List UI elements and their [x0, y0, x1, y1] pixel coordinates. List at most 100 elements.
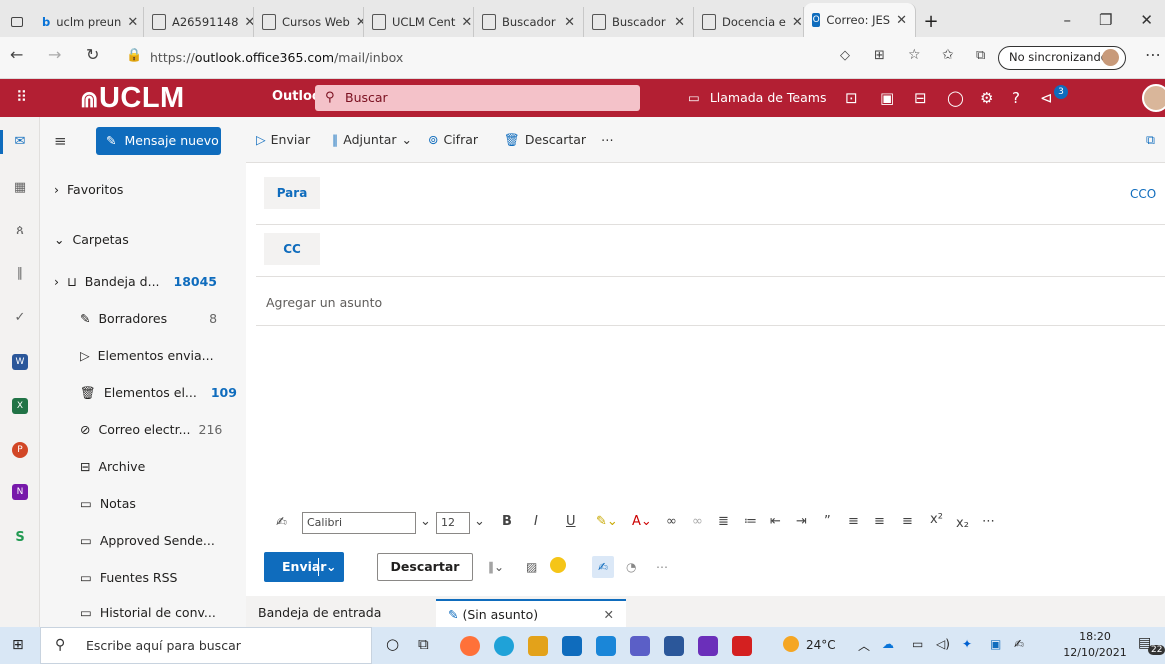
dropbox-icon[interactable]: ✦	[962, 637, 972, 651]
chevron-down-icon[interactable]: ⌄	[420, 514, 431, 529]
teams-icon[interactable]	[630, 636, 650, 656]
font-size-select[interactable]: 12	[436, 512, 470, 534]
send-button[interactable]: Enviar ⌄	[264, 552, 344, 582]
cortana-icon[interactable]: ○	[386, 635, 399, 653]
onenote-app-icon[interactable]: N	[12, 484, 28, 500]
megaphone-icon[interactable]: ⊲	[1040, 89, 1053, 107]
align-center-icon[interactable]: ≡	[874, 514, 885, 529]
volume-icon[interactable]: ◁)	[936, 637, 950, 651]
quote-icon[interactable]: ”	[824, 514, 831, 529]
collections-icon[interactable]: ⧉	[976, 48, 985, 63]
editor-icon[interactable]: ✍	[592, 556, 614, 578]
close-icon[interactable]: ✕	[674, 15, 685, 30]
browser-tab[interactable]: A26591148✕	[144, 7, 254, 37]
close-icon[interactable]: ✕	[356, 15, 363, 30]
url-field[interactable]: https://outlook.office365.com/mail/inbox	[150, 45, 1020, 71]
link-icon[interactable]: ∞	[666, 514, 677, 529]
bold-icon[interactable]: B	[502, 514, 512, 529]
restore-icon[interactable]: ❐	[1099, 11, 1112, 29]
file-explorer-icon[interactable]	[528, 636, 548, 656]
cc-button[interactable]: CC	[264, 233, 320, 265]
align-left-icon[interactable]: ≡	[848, 514, 859, 529]
chevron-down-icon[interactable]: ⌄	[326, 552, 336, 582]
to-field[interactable]	[326, 177, 1106, 209]
discard-toolbar-button[interactable]: 🗑 Descartar	[504, 132, 586, 148]
help-icon[interactable]: ?	[1012, 89, 1020, 107]
chevron-down-icon[interactable]: ⌄	[474, 514, 485, 529]
close-icon[interactable]: ✕	[127, 15, 138, 30]
tab-actions-icon[interactable]	[0, 7, 34, 37]
highlight-icon[interactable]: ✎⌄	[596, 514, 618, 529]
browser-tab[interactable]: Buscador ✕	[584, 7, 694, 37]
teams-call-button[interactable]: ▭ Llamada de Teams	[688, 90, 826, 105]
acrobat-icon[interactable]	[732, 636, 752, 656]
forward-icon[interactable]: →	[48, 45, 61, 64]
browser-tab[interactable]: b uclm preun ✕	[34, 7, 144, 37]
close-icon[interactable]: ✕	[604, 601, 614, 629]
superscript-icon[interactable]: x²	[930, 512, 943, 527]
edge-icon[interactable]	[494, 636, 514, 656]
windows-start-icon[interactable]: ⊞	[12, 637, 24, 653]
task-view-icon[interactable]: ⧉	[418, 635, 429, 653]
close-icon[interactable]: ✕	[896, 13, 907, 28]
loop-icon[interactable]: ◔	[626, 560, 636, 574]
powerpoint-icon[interactable]: P	[12, 442, 28, 458]
underline-icon[interactable]: U	[566, 514, 576, 529]
pen-icon[interactable]: ✍	[1014, 637, 1024, 651]
popout-icon[interactable]: ⧉	[1146, 132, 1155, 148]
image-icon[interactable]: ▨	[526, 560, 537, 574]
bcc-button[interactable]: CCO	[1130, 187, 1156, 201]
excel-icon[interactable]: X	[12, 398, 28, 414]
gear-icon[interactable]: ⚙	[980, 89, 993, 107]
read-aloud-icon[interactable]: ◇	[840, 48, 850, 63]
browser-tab[interactable]: Buscador ✕	[474, 7, 584, 37]
bell-icon[interactable]: ◯	[947, 89, 964, 107]
discard-button[interactable]: Descartar	[377, 553, 473, 581]
font-color-icon[interactable]: A⌄	[632, 514, 652, 529]
favorites-icon[interactable]: ✩	[942, 47, 954, 63]
browser-tab-active[interactable]: O Correo: JES ✕	[804, 3, 916, 37]
app-icon[interactable]	[698, 636, 718, 656]
close-icon[interactable]: ✕	[564, 15, 575, 30]
favorite-add-icon[interactable]: ☆	[908, 47, 921, 63]
tab-draft[interactable]: ✎ (Sin asunto) ✕	[436, 599, 626, 627]
message-body[interactable]	[256, 333, 1165, 503]
folders-toggle[interactable]: ⌄ Carpetas	[54, 225, 260, 255]
taskbar-search[interactable]: ⚲ Escribe aquí para buscar	[40, 627, 372, 664]
app-available-icon[interactable]: ⊞	[874, 48, 885, 63]
outlook-app-icon[interactable]	[562, 636, 582, 656]
sway-icon[interactable]: S	[9, 527, 31, 549]
outdent-icon[interactable]: ⇤	[770, 514, 781, 529]
paperclip-icon[interactable]: ∥⌄	[488, 560, 504, 574]
back-icon[interactable]: ←	[10, 45, 23, 64]
format-painter-icon[interactable]: ✍	[276, 515, 287, 530]
window-close-icon[interactable]: ✕	[1140, 11, 1153, 29]
weather-temp[interactable]: 24°C	[806, 638, 836, 652]
indent-icon[interactable]: ⇥	[796, 514, 807, 529]
favorites-toggle[interactable]: › Favoritos	[54, 175, 260, 205]
encrypt-button[interactable]: ⊚ Cifrar	[428, 132, 478, 147]
clock[interactable]: 18:20 12/10/2021	[1060, 629, 1130, 661]
send-toolbar-button[interactable]: ▷ Enviar	[256, 132, 310, 147]
new-message-button[interactable]: ✎ Mensaje nuevo	[96, 127, 221, 155]
attach-button[interactable]: ∥ Adjuntar ⌄	[332, 132, 412, 147]
word-icon[interactable]: W	[12, 354, 28, 370]
mail-app-icon[interactable]	[596, 636, 616, 656]
close-icon[interactable]: ✕	[792, 15, 803, 30]
onenote-icon[interactable]: ▣	[880, 89, 894, 107]
more-icon[interactable]: ⋯	[1145, 45, 1161, 64]
subject-input[interactable]: Agregar un asunto	[266, 295, 382, 310]
app-launcher-icon[interactable]: ⠿	[16, 88, 27, 106]
to-button[interactable]: Para	[264, 177, 320, 209]
network-icon[interactable]: ▭	[912, 637, 923, 651]
bullets-icon[interactable]: ≣	[718, 514, 729, 529]
align-right-icon[interactable]: ≡	[902, 514, 913, 529]
more-options-icon[interactable]: ⋯	[601, 132, 614, 147]
chevron-up-icon[interactable]: ︿	[858, 637, 870, 654]
people-icon[interactable]: ጰ	[9, 220, 31, 242]
browser-tab[interactable]: Docencia e ✕	[694, 7, 804, 37]
hamburger-icon[interactable]: ≡	[54, 132, 67, 150]
emoji-icon[interactable]	[550, 557, 566, 573]
more-format-icon[interactable]: ⋯	[982, 514, 995, 529]
search-input[interactable]: ⚲ Buscar	[315, 85, 640, 111]
